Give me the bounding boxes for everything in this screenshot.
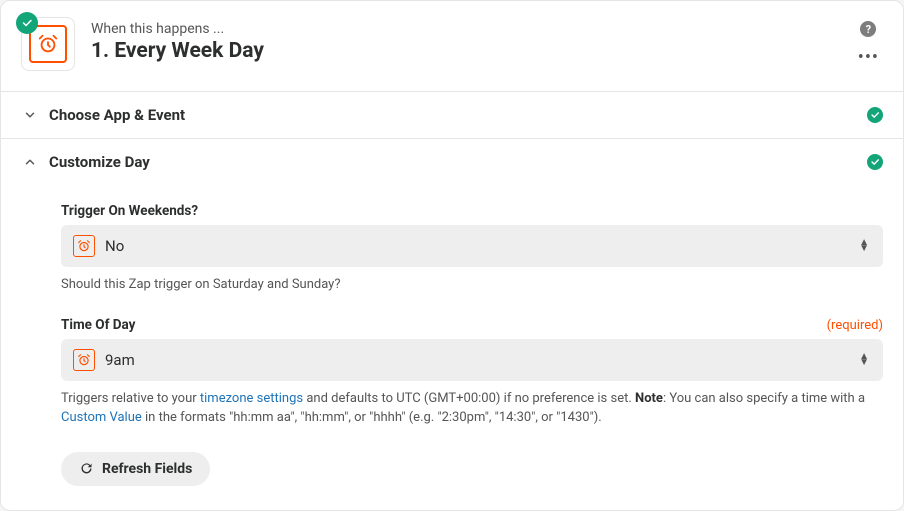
schedule-app-icon: [73, 235, 95, 257]
field-label: Time Of Day: [61, 317, 135, 333]
field-label: Trigger On Weekends?: [61, 203, 198, 219]
sort-icon: ▲▼: [859, 354, 869, 366]
field-time-of-day: Time Of Day (required) 9am ▲▼ Triggers r…: [61, 317, 883, 428]
customize-day-body: Trigger On Weekends? No ▲▼ Should this Z…: [1, 185, 903, 510]
step-header-text: When this happens ... 1. Every Week Day: [91, 17, 264, 63]
section-choose-app-event[interactable]: Choose App & Event: [1, 91, 903, 138]
time-of-day-select[interactable]: 9am ▲▼: [61, 339, 883, 381]
help-icon[interactable]: ?: [860, 21, 876, 37]
more-menu-icon[interactable]: •••: [858, 55, 879, 61]
step-title: 1. Every Week Day: [91, 39, 264, 63]
field-trigger-on-weekends: Trigger On Weekends? No ▲▼ Should this Z…: [61, 203, 883, 295]
section-title: Customize Day: [49, 153, 867, 171]
field-help-text: Should this Zap trigger on Saturday and …: [61, 275, 883, 295]
status-check-icon: [16, 12, 38, 34]
timezone-settings-link[interactable]: timezone settings: [200, 391, 303, 406]
select-value: No: [105, 237, 124, 255]
field-help-text: Triggers relative to your timezone setti…: [61, 389, 883, 428]
section-customize-day[interactable]: Customize Day: [1, 138, 903, 185]
step-header: When this happens ... 1. Every Week Day …: [1, 1, 903, 91]
custom-value-link[interactable]: Custom Value: [61, 410, 142, 425]
sort-icon: ▲▼: [859, 240, 869, 252]
refresh-fields-button[interactable]: Refresh Fields: [61, 452, 210, 486]
section-complete-icon: [867, 107, 883, 123]
app-badge: [21, 17, 75, 71]
select-value: 9am: [105, 351, 135, 369]
trigger-step-card: When this happens ... 1. Every Week Day …: [0, 0, 904, 511]
section-complete-icon: [867, 154, 883, 170]
required-label: (required): [827, 318, 883, 333]
refresh-button-label: Refresh Fields: [102, 461, 192, 477]
refresh-icon: [79, 461, 94, 476]
schedule-app-icon: [73, 349, 95, 371]
step-subtitle: When this happens ...: [91, 21, 264, 37]
section-title: Choose App & Event: [49, 106, 867, 124]
chevron-up-icon: [21, 155, 39, 169]
weekends-select[interactable]: No ▲▼: [61, 225, 883, 267]
chevron-down-icon: [21, 108, 39, 122]
